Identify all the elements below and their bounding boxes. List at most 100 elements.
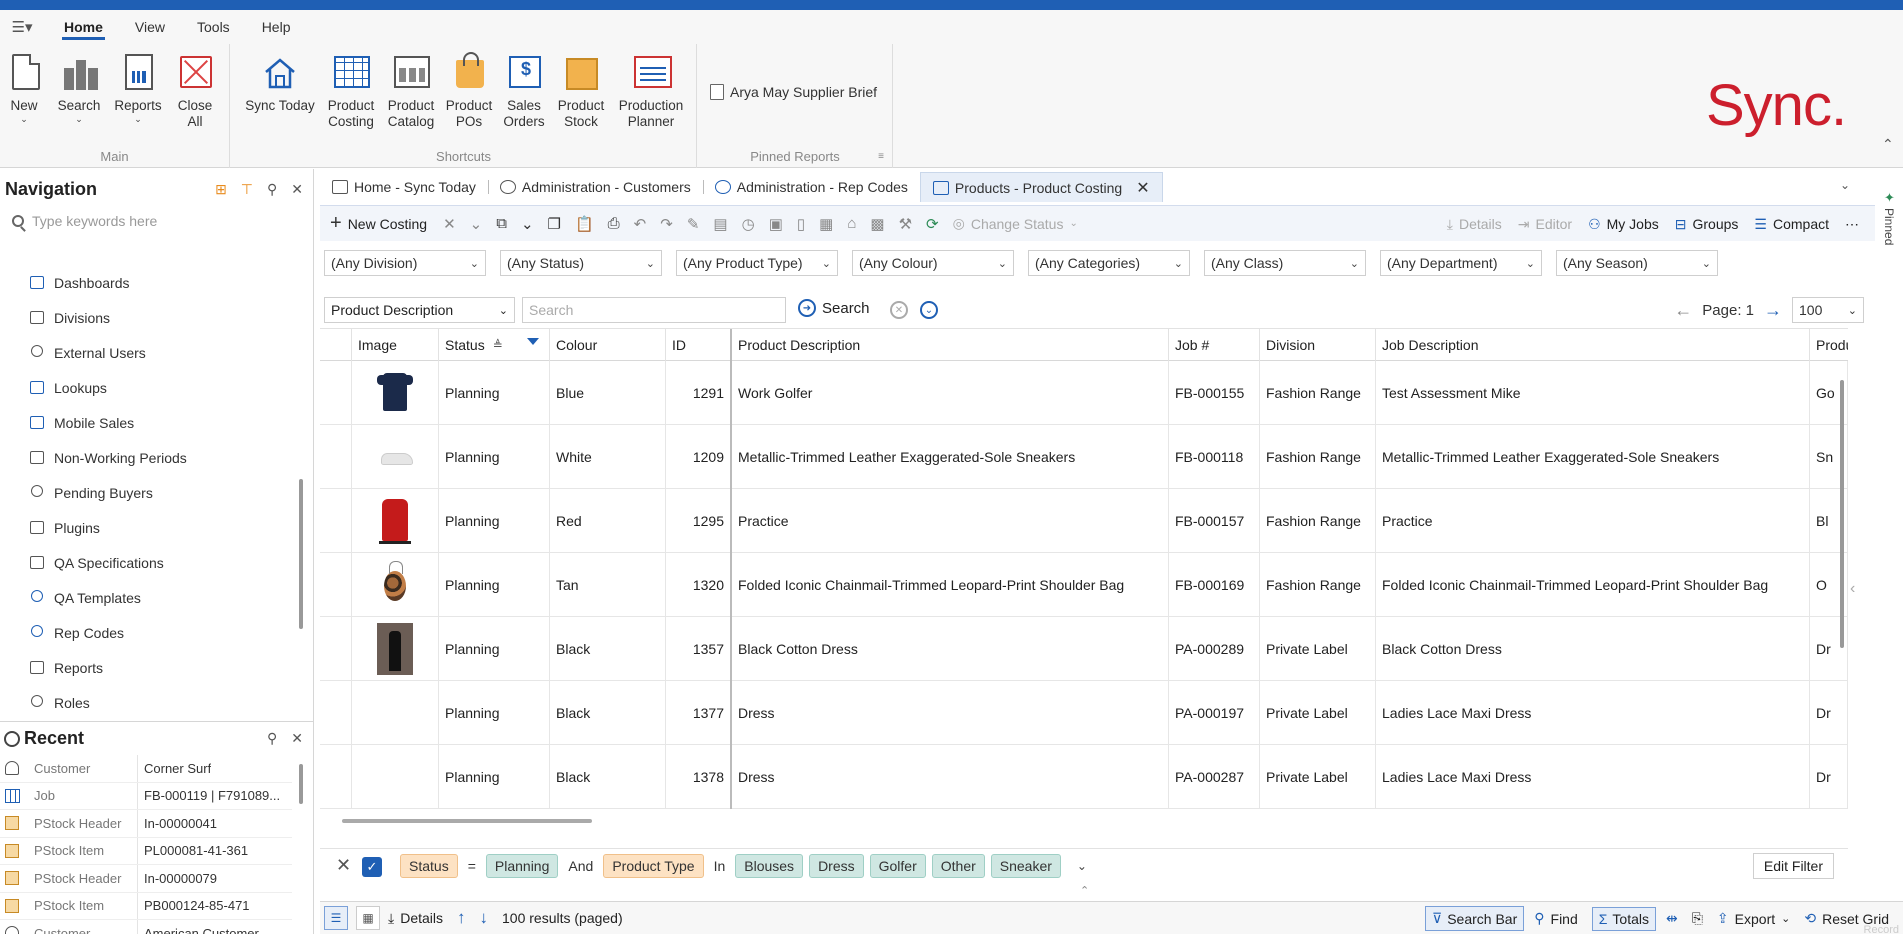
product-image-cell[interactable] bbox=[352, 617, 439, 681]
horizontal-scrollbar[interactable] bbox=[342, 819, 592, 823]
next-page-icon[interactable]: → bbox=[1764, 300, 1782, 321]
column-header-division[interactable]: Division bbox=[1260, 329, 1376, 361]
image-icon[interactable]: ▣ bbox=[769, 215, 783, 233]
season-filter[interactable]: (Any Season) ⌄ bbox=[1556, 250, 1718, 276]
division-cell[interactable]: Private Label bbox=[1260, 617, 1376, 681]
row-selector-cell[interactable] bbox=[320, 553, 352, 617]
my-jobs-button[interactable]: ⚇ My Jobs bbox=[1588, 216, 1659, 233]
nav-item-mobile-sales[interactable]: Mobile Sales bbox=[28, 405, 298, 440]
job-description-cell[interactable]: Practice bbox=[1376, 489, 1810, 553]
expand-search-icon[interactable]: ⌄ bbox=[920, 301, 938, 319]
product-image-cell[interactable] bbox=[352, 489, 439, 553]
new-costing-button[interactable]: + New Costing bbox=[330, 212, 427, 235]
duplicate-icon[interactable]: ❐ bbox=[548, 215, 561, 233]
document-icon[interactable]: ▯ bbox=[797, 215, 805, 233]
colour-filter[interactable]: (Any Colour) ⌄ bbox=[852, 250, 1014, 276]
search-field-select[interactable]: Product Description ⌄ bbox=[324, 297, 515, 323]
division-cell[interactable]: Fashion Range bbox=[1260, 489, 1376, 553]
change-status-button[interactable]: ◎ Change Status ⌄ bbox=[953, 215, 1078, 232]
export-button[interactable]: ⇪ Export ⌄ bbox=[1717, 910, 1790, 927]
product-description-cell[interactable]: Folded Iconic Chainmail-Trimmed Leopard-… bbox=[732, 553, 1169, 617]
navigation-scrollbar[interactable] bbox=[299, 479, 303, 629]
recent-item[interactable]: Customer Corner Surf bbox=[0, 755, 292, 783]
job-description-cell[interactable]: Ladies Lace Maxi Dress bbox=[1376, 745, 1810, 809]
job-description-cell[interactable]: Black Cotton Dress bbox=[1376, 617, 1810, 681]
page-size-select[interactable]: 100 ⌄ bbox=[1792, 297, 1864, 323]
close-icon[interactable]: ✕ bbox=[291, 730, 303, 747]
ribbon-tab-view[interactable]: View bbox=[123, 10, 177, 44]
close-icon[interactable]: ✕ bbox=[291, 181, 303, 198]
list-view-icon[interactable]: ☰ bbox=[324, 906, 348, 930]
search-button[interactable]: ➜ Search bbox=[798, 299, 870, 317]
clear-filter-icon[interactable]: ✕ bbox=[336, 855, 351, 876]
filter-operator[interactable]: In bbox=[710, 858, 730, 874]
id-cell[interactable]: 1209 bbox=[666, 425, 732, 489]
navigation-search[interactable]: Type keywords here bbox=[12, 213, 157, 229]
fit-columns-icon[interactable]: ⇹ bbox=[1666, 910, 1678, 927]
column-header-product-description[interactable]: Product Description bbox=[732, 329, 1169, 361]
clear-search-icon[interactable]: ✕ bbox=[890, 301, 908, 319]
sales-orders-button[interactable]: Sales Orders bbox=[501, 52, 547, 130]
more-options-icon[interactable]: ⋯ bbox=[1845, 216, 1859, 233]
division-cell[interactable]: Fashion Range bbox=[1260, 425, 1376, 489]
table-row[interactable]: Planning White 1209 Metallic-Trimmed Leathe… bbox=[320, 425, 1848, 489]
recent-item[interactable]: PStock Item PL000081-41-361 bbox=[0, 837, 292, 865]
table-row[interactable]: Planning Black 1378 Dress PA-000287 Private L… bbox=[320, 745, 1848, 809]
editor-button[interactable]: ⇥ Editor bbox=[1518, 216, 1572, 233]
product-description-cell[interactable]: Work Golfer bbox=[732, 361, 1169, 425]
box-icon[interactable]: ▩ bbox=[870, 215, 884, 233]
edit-icon[interactable]: ✎ bbox=[687, 215, 700, 233]
redo-icon[interactable]: ↷ bbox=[660, 215, 673, 233]
nav-item-rep-codes[interactable]: Rep Codes bbox=[28, 615, 298, 650]
product-description-cell[interactable]: Black Cotton Dress bbox=[732, 617, 1169, 681]
search-input[interactable] bbox=[522, 297, 786, 323]
refresh-icon[interactable]: ⟳ bbox=[926, 215, 939, 233]
print-icon[interactable]: ⎙ bbox=[608, 215, 620, 232]
chevron-down-icon[interactable]: ⌄ bbox=[1840, 178, 1850, 192]
nav-item-reports[interactable]: Reports bbox=[28, 650, 298, 685]
column-header-image[interactable]: Image bbox=[352, 329, 439, 361]
production-planner-button[interactable]: Production Planner bbox=[615, 52, 687, 130]
arrow-down-icon[interactable]: ↓ bbox=[480, 908, 489, 928]
navigation-search-input[interactable]: Type keywords here bbox=[32, 213, 157, 229]
colour-cell[interactable]: Red bbox=[550, 489, 666, 553]
job-description-cell[interactable]: Ladies Lace Maxi Dress bbox=[1376, 681, 1810, 745]
id-cell[interactable]: 1378 bbox=[666, 745, 732, 809]
class-filter[interactable]: (Any Class) ⌄ bbox=[1204, 250, 1366, 276]
product-pos-button[interactable]: Product POs bbox=[443, 52, 495, 130]
nav-item-pending-buyers[interactable]: Pending Buyers bbox=[28, 475, 298, 510]
close-tab-icon[interactable]: ✕ bbox=[1136, 178, 1149, 198]
nav-item-dashboards[interactable]: Dashboards bbox=[28, 265, 298, 300]
collapse-tree-icon[interactable]: ⊤ bbox=[241, 181, 253, 198]
job-number-cell[interactable]: PA-000287 bbox=[1169, 745, 1260, 809]
layers-icon[interactable]: ▦ bbox=[819, 215, 833, 233]
wrench-icon[interactable]: ⚒ bbox=[899, 215, 912, 233]
id-cell[interactable]: 1291 bbox=[666, 361, 732, 425]
status-cell[interactable]: Planning bbox=[439, 553, 550, 617]
tag-icon[interactable]: ⌂ bbox=[847, 215, 856, 232]
filter-value-chip[interactable]: Blouses bbox=[735, 854, 804, 878]
groups-button[interactable]: ⊟ Groups bbox=[1675, 216, 1739, 233]
id-cell[interactable]: 1357 bbox=[666, 617, 732, 681]
close-all-button[interactable]: Close All bbox=[174, 52, 216, 130]
column-header-id[interactable]: ID bbox=[666, 329, 732, 361]
pinned-side-strip[interactable]: ✦ Pinned bbox=[1878, 186, 1903, 934]
job-number-cell[interactable]: FB-000157 bbox=[1169, 489, 1260, 553]
filter-joiner[interactable]: And bbox=[564, 858, 597, 874]
archive-icon[interactable]: ▤ bbox=[713, 215, 727, 233]
colour-cell[interactable]: Blue bbox=[550, 361, 666, 425]
sync-today-button[interactable]: Sync Today bbox=[243, 52, 317, 114]
job-description-cell[interactable]: Test Assessment Mike bbox=[1376, 361, 1810, 425]
paste-icon[interactable]: 📋 bbox=[575, 215, 594, 233]
status-cell[interactable]: Planning bbox=[439, 361, 550, 425]
product-image-cell[interactable] bbox=[352, 361, 439, 425]
chevron-up-icon[interactable]: ⌃ bbox=[1080, 884, 1089, 897]
details-button[interactable]: ⤓ Details bbox=[1447, 216, 1502, 233]
id-cell[interactable]: 1377 bbox=[666, 681, 732, 745]
column-header-colour[interactable]: Colour bbox=[550, 329, 666, 361]
totals-toggle[interactable]: Σ Totals bbox=[1591, 906, 1656, 931]
filter-operator[interactable]: = bbox=[464, 858, 480, 874]
table-row[interactable]: Planning Black 1377 Dress PA-000197 Private L… bbox=[320, 681, 1848, 745]
row-selector-cell[interactable] bbox=[320, 745, 352, 809]
edit-filter-button[interactable]: Edit Filter bbox=[1752, 853, 1834, 879]
